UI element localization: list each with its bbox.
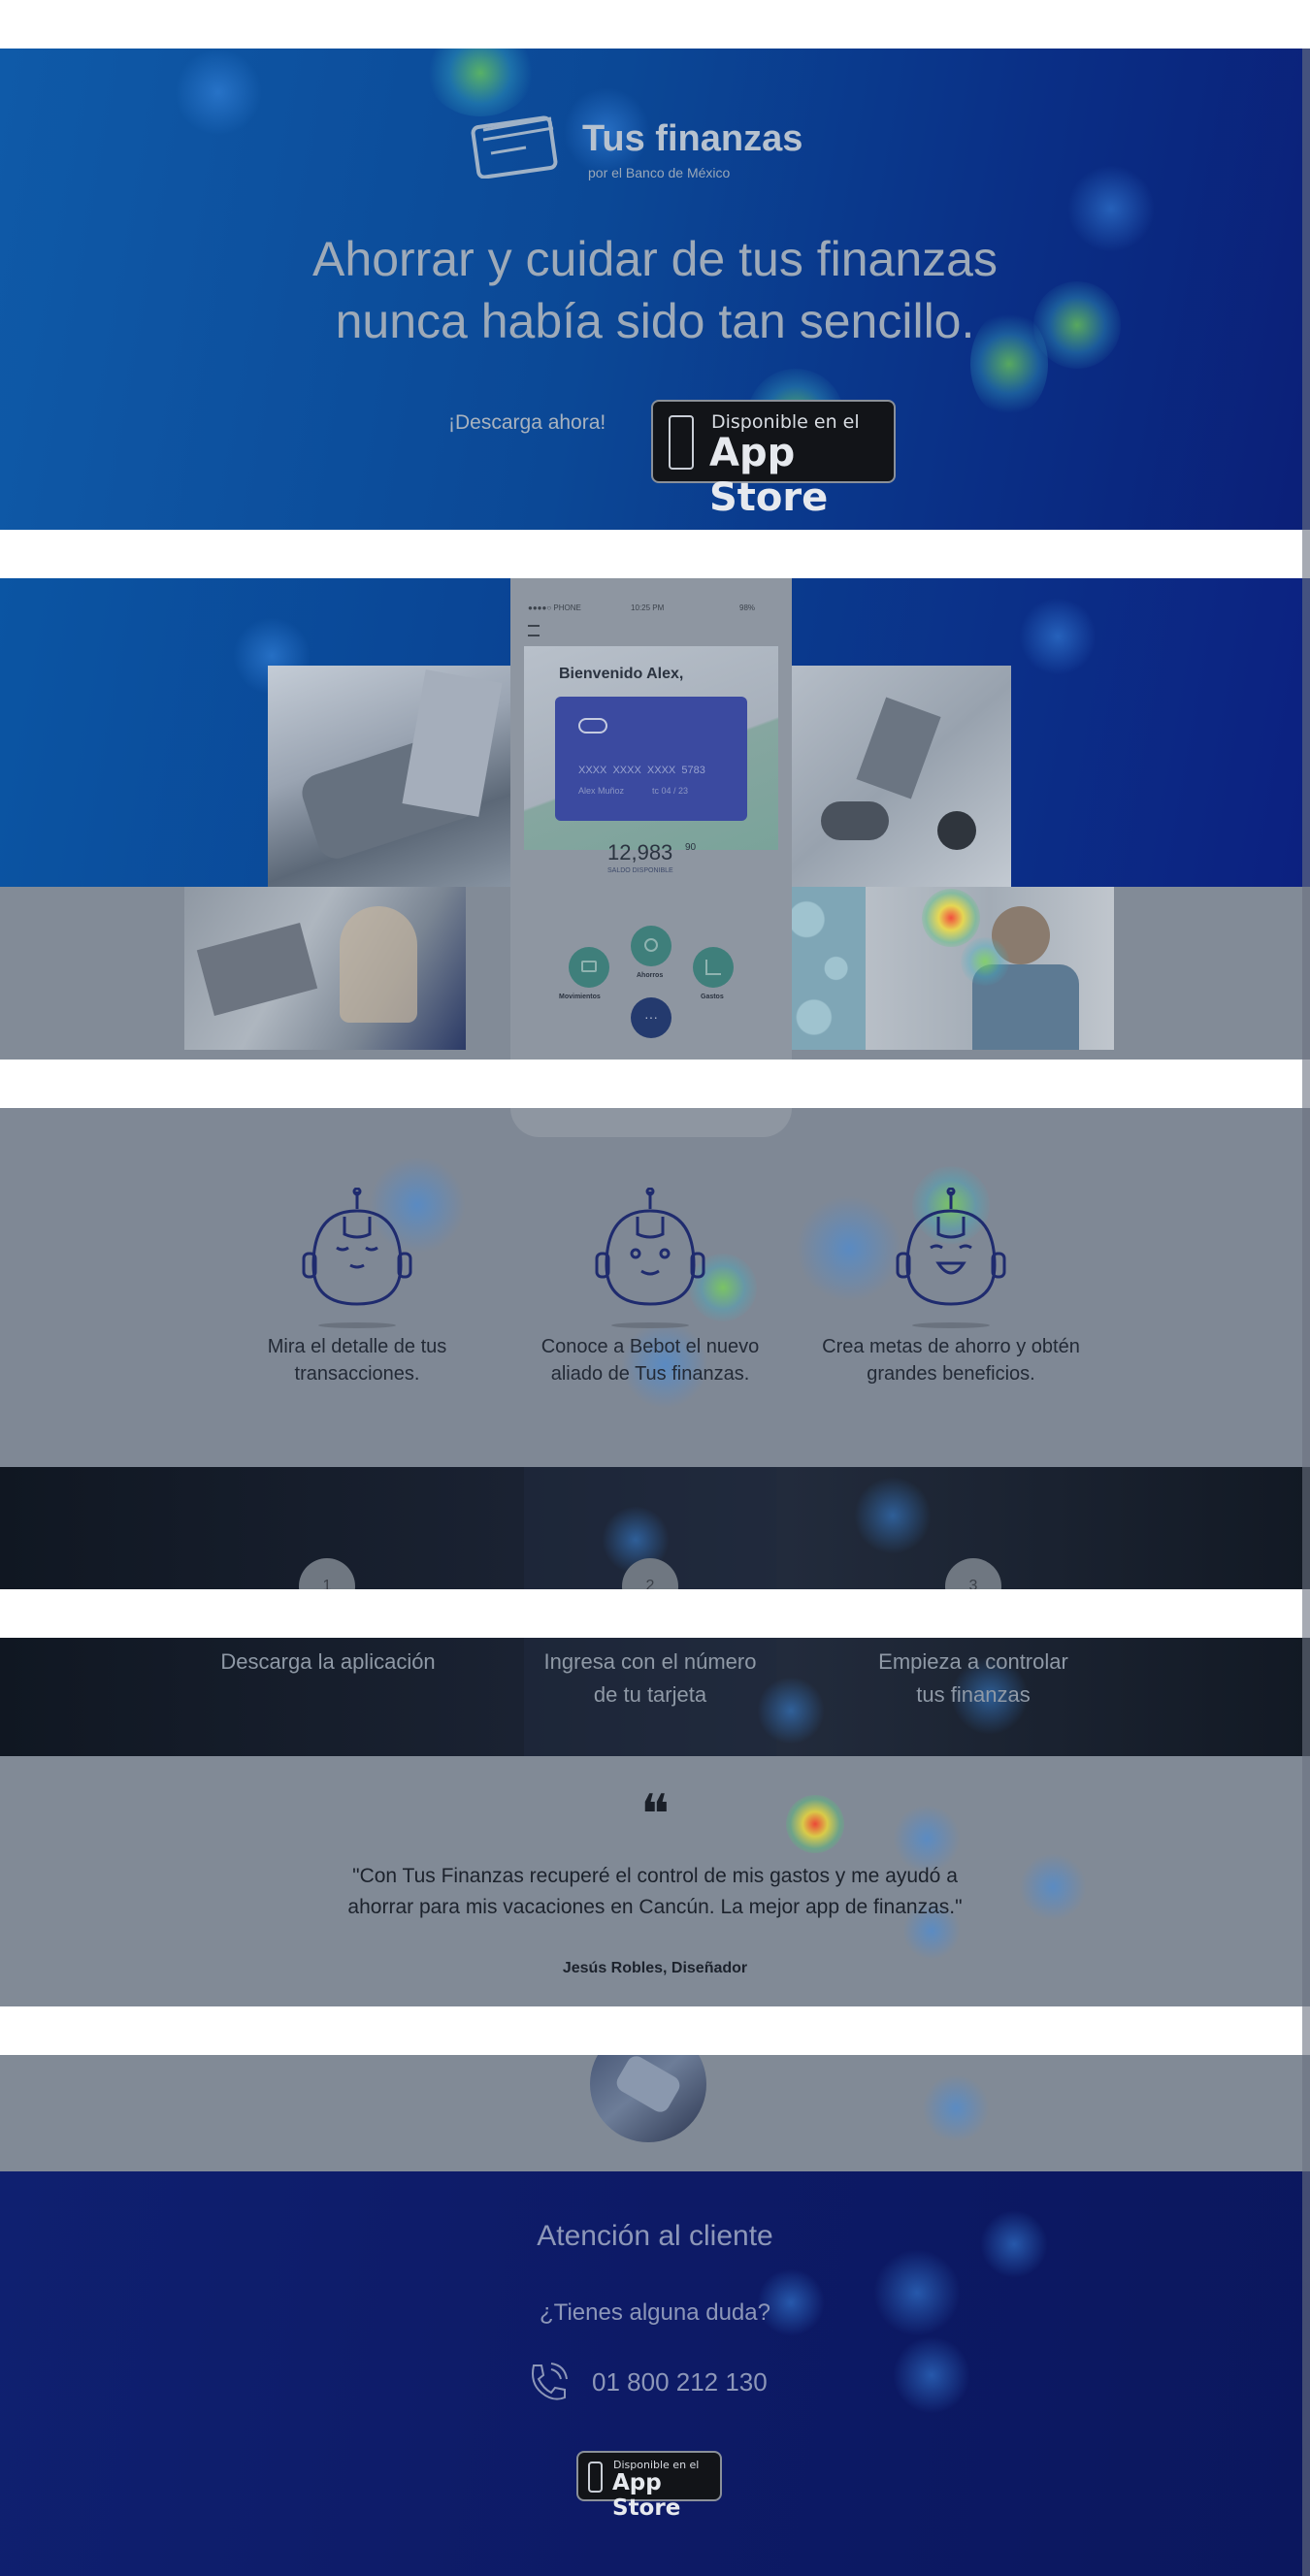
step-number-3: 3 xyxy=(945,1558,1001,1589)
card-toggle-icon xyxy=(578,718,607,734)
features-section: Mira el detalle de tus transacciones. Co… xyxy=(0,1108,1310,1467)
action-ahorros[interactable] xyxy=(631,926,671,966)
feature-text-3: Crea metas de ahorro y obtén grandes ben… xyxy=(822,1336,1080,1385)
wallet-cards-icon xyxy=(471,115,558,179)
photo-woman-with-phone xyxy=(184,887,466,1050)
step-text-1: Descarga la aplicación xyxy=(220,1649,436,1674)
photo-meeting-hands xyxy=(792,666,1011,887)
steps-section-top: 1 2 3 xyxy=(0,1467,1310,1589)
phone-handset-icon xyxy=(532,2363,568,2400)
phone-mockup: ●●●●○ PHONE 10:25 PM 98% Bienvenido Alex… xyxy=(510,578,792,1060)
steps-section: Descarga la aplicación Ingresa con el nú… xyxy=(0,1638,1310,1756)
robot-bebot-icon xyxy=(302,1188,412,1328)
app-store-badge[interactable]: Disponible en el App Store xyxy=(651,400,896,520)
welcome-text: Bienvenido Alex, xyxy=(559,666,684,682)
support-phone[interactable]: 01 800 212 130 xyxy=(524,2362,796,2404)
chart-icon xyxy=(705,960,721,975)
apple-phone-icon xyxy=(588,2462,603,2493)
brand-name: Tus finanzas xyxy=(582,118,803,159)
action-gastos[interactable] xyxy=(693,947,734,988)
photo-man-with-laptop xyxy=(268,666,512,887)
support-title: Atención al cliente xyxy=(537,2220,773,2252)
testimonial-line2: ahorrar para mis vacaciones en Cancún. L… xyxy=(347,1896,963,1918)
feature-text-1: Mira el detalle de tus transacciones. xyxy=(267,1336,447,1385)
scrollbar-edge xyxy=(1302,49,1310,2576)
hero-headline-line2: nunca había sido tan sencillo. xyxy=(335,294,975,348)
app-preview-section: ●●●●○ PHONE 10:25 PM 98% Bienvenido Alex… xyxy=(0,578,1310,1060)
quote-icon: ❝ xyxy=(639,1783,671,1844)
feature-text-2: Conoce a Bebot el nuevo aliado de Tus fi… xyxy=(540,1336,760,1385)
brand-tagline: por el Banco de México xyxy=(588,165,731,180)
menu-icon[interactable] xyxy=(528,625,540,636)
action-movimientos[interactable] xyxy=(569,947,609,988)
photo-blue-balls xyxy=(792,887,866,1050)
balance-label: SALDO DISPONIBLE xyxy=(607,867,673,874)
download-now-label: ¡Descarga ahora! xyxy=(448,411,606,434)
step-text-2: Ingresa con el número de tu tarjeta xyxy=(543,1649,757,1707)
robot-bebot-icon xyxy=(896,1188,1006,1328)
photo-man-with-phone xyxy=(866,887,1114,1050)
support-section: Atención al cliente ¿Tienes alguna duda?… xyxy=(0,2171,1310,2576)
brand-logo[interactable]: Tus finanzas por el Banco de México xyxy=(470,105,803,192)
testimonial-line1: "Con Tus Finanzas recuperé el control de… xyxy=(352,1865,958,1887)
testimonial-author: Jesús Robles, Diseñador xyxy=(562,1960,748,1976)
app-store-badge-footer[interactable]: Disponible en el App Store xyxy=(576,2451,722,2521)
step-number-1: 1 xyxy=(299,1558,355,1589)
hero-section: Tus finanzas por el Banco de México Ahor… xyxy=(0,49,1310,530)
avatar-strip xyxy=(0,2055,1310,2171)
avatar xyxy=(590,2055,706,2142)
apple-phone-icon xyxy=(669,415,694,470)
robot-bebot-icon xyxy=(595,1188,705,1328)
bank-card[interactable]: XXXX XXXX XXXX 5783 Alex Muñoz tc 04 / 2… xyxy=(555,697,747,821)
more-button[interactable]: ··· xyxy=(631,997,671,1038)
stopwatch-icon xyxy=(644,938,658,952)
wallet-icon xyxy=(581,961,597,972)
hero-headline-line1: Ahorrar y cuidar de tus finanzas xyxy=(312,232,998,286)
support-question: ¿Tienes alguna duda? xyxy=(540,2299,770,2326)
balance-amount: 12,983 xyxy=(607,840,673,864)
step-text-3: Empieza a controlar tus finanzas xyxy=(878,1649,1068,1707)
testimonial-section: ❝ "Con Tus Finanzas recuperé el control … xyxy=(0,1756,1310,2006)
